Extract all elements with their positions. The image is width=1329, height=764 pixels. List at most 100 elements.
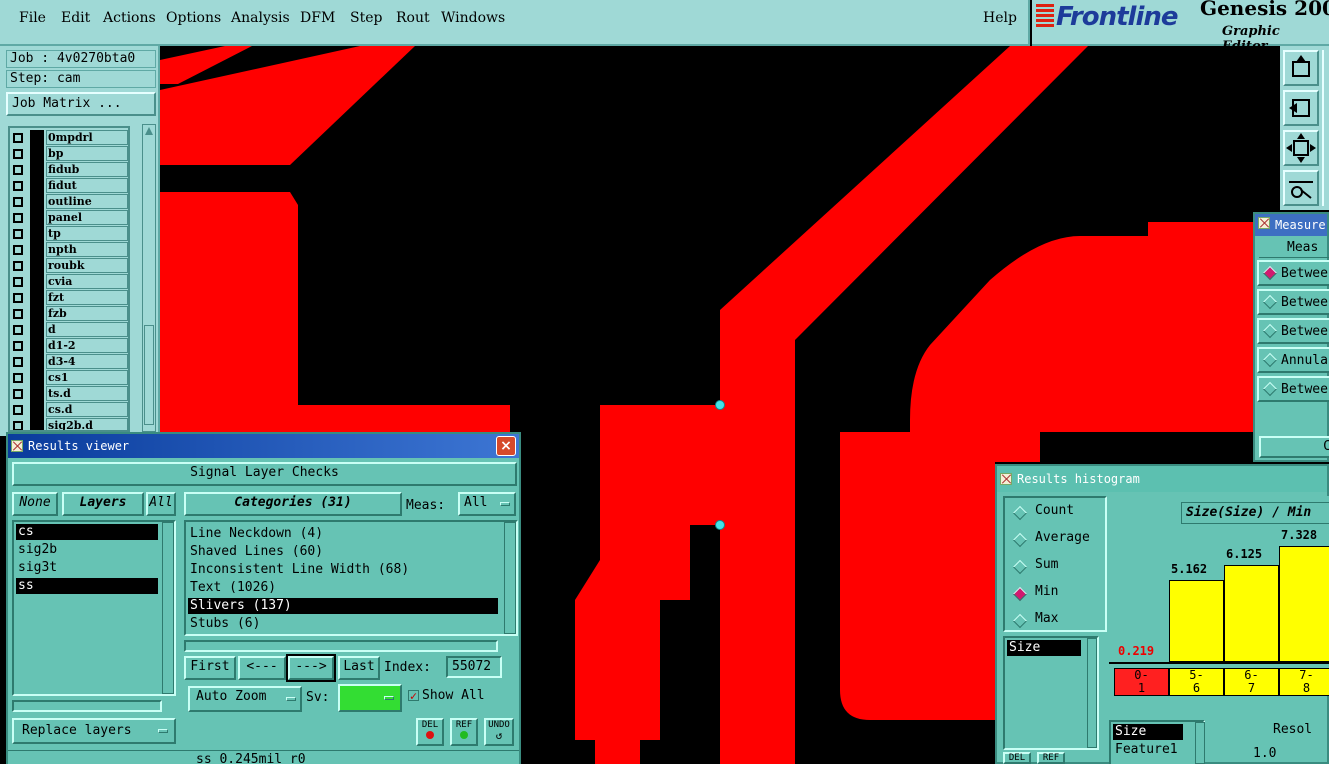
list-item[interactable]: sig3t: [16, 560, 158, 576]
histogram-bar[interactable]: [1169, 580, 1224, 662]
window-menu-icon[interactable]: [1000, 473, 1012, 485]
layer-row[interactable]: d1-2: [10, 338, 128, 354]
radio-icon[interactable]: [1012, 532, 1028, 548]
layer-name[interactable]: ts.d: [46, 386, 128, 401]
layer-name[interactable]: d1-2: [46, 338, 128, 353]
histogram-bar[interactable]: [1224, 565, 1279, 662]
radio-icon[interactable]: [1012, 559, 1028, 575]
meas-dropdown[interactable]: All: [458, 492, 516, 516]
results-viewer-titlebar[interactable]: Results viewer ×: [8, 434, 519, 458]
layer-color-swatch[interactable]: [30, 194, 44, 210]
layer-row[interactable]: cvia: [10, 274, 128, 290]
option-max[interactable]: Max: [1035, 611, 1058, 626]
list-item[interactable]: Stubs (6): [188, 616, 498, 632]
histogram-titlebar[interactable]: Results histogram: [997, 466, 1327, 492]
results-layer-list[interactable]: cs sig2b sig3t ss: [12, 520, 176, 696]
undo-button[interactable]: UNDO ↺: [484, 718, 514, 746]
layer-row[interactable]: tp: [10, 226, 128, 242]
categories-list[interactable]: Line Neckdown (4) Shaved Lines (60) Inco…: [184, 520, 518, 636]
scroll-up-icon[interactable]: [145, 127, 153, 135]
layer-name[interactable]: d: [46, 322, 128, 337]
sv-color-dropdown[interactable]: [338, 684, 402, 712]
layer-color-swatch[interactable]: [30, 130, 44, 146]
layer-checkbox[interactable]: [13, 389, 23, 399]
layer-color-swatch[interactable]: [30, 370, 44, 386]
show-all-checkbox[interactable]: ✓: [408, 690, 419, 702]
layer-color-swatch[interactable]: [30, 402, 44, 418]
layer-row[interactable]: roubk: [10, 258, 128, 274]
layer-checkbox[interactable]: [13, 357, 23, 367]
layer-checkbox[interactable]: [13, 133, 23, 143]
layer-color-swatch[interactable]: [30, 306, 44, 322]
marker-point[interactable]: [715, 520, 725, 530]
layer-color-swatch[interactable]: [30, 322, 44, 338]
layer-name[interactable]: cs.d: [46, 402, 128, 417]
layer-checkbox[interactable]: [13, 293, 23, 303]
measure-option-4[interactable]: Annula: [1257, 347, 1329, 373]
layer-checkbox[interactable]: [13, 165, 23, 175]
layer-color-swatch[interactable]: [30, 338, 44, 354]
layer-row[interactable]: fzb: [10, 306, 128, 322]
first-button[interactable]: First: [184, 656, 236, 680]
zoom-fit-icon[interactable]: [1283, 130, 1319, 166]
layer-color-swatch[interactable]: [30, 146, 44, 162]
layer-row[interactable]: fzt: [10, 290, 128, 306]
layer-checkbox[interactable]: [13, 309, 23, 319]
prev-button[interactable]: <---: [238, 656, 286, 680]
layer-name[interactable]: fidub: [46, 162, 128, 177]
layer-color-swatch[interactable]: [30, 258, 44, 274]
marker-point[interactable]: [715, 400, 725, 410]
ref-button[interactable]: REF: [450, 718, 478, 746]
option-count[interactable]: Count: [1035, 503, 1074, 518]
index-input[interactable]: 55072: [446, 656, 502, 678]
home-icon[interactable]: [1283, 50, 1319, 86]
measure-titlebar[interactable]: Measure: [1255, 214, 1327, 236]
layer-row[interactable]: cs1: [10, 370, 128, 386]
layer-checkbox[interactable]: [13, 341, 23, 351]
layer-checkbox[interactable]: [13, 245, 23, 255]
layer-name[interactable]: d3-4: [46, 354, 128, 369]
scroll-thumb[interactable]: [144, 325, 154, 425]
layer-list-scrollbar[interactable]: [142, 124, 156, 432]
layer-color-swatch[interactable]: [30, 210, 44, 226]
layer-row[interactable]: outline: [10, 194, 128, 210]
layer-color-swatch[interactable]: [30, 178, 44, 194]
layer-name[interactable]: bp: [46, 146, 128, 161]
layer-list-scrollbar[interactable]: [162, 522, 174, 694]
layer-row[interactable]: npth: [10, 242, 128, 258]
layer-name[interactable]: npth: [46, 242, 128, 257]
layer-row[interactable]: d3-4: [10, 354, 128, 370]
pan-left-icon[interactable]: [1283, 90, 1319, 126]
measure-option-2[interactable]: Betwee: [1257, 289, 1329, 315]
list-item[interactable]: ss: [16, 578, 158, 594]
del-button[interactable]: DEL: [416, 718, 444, 746]
categories-hscrollbar[interactable]: [184, 640, 498, 652]
radio-icon[interactable]: [1012, 586, 1028, 602]
histogram-bar[interactable]: [1279, 546, 1329, 662]
histogram-bin-label[interactable]: 0- 1: [1114, 668, 1169, 696]
layer-checkbox[interactable]: [13, 213, 23, 223]
categories-button[interactable]: Categories (31): [184, 492, 402, 516]
histogram-del-button[interactable]: DEL: [1003, 752, 1031, 764]
signal-layer-checks-header[interactable]: Signal Layer Checks: [12, 462, 517, 486]
layer-name[interactable]: outline: [46, 194, 128, 209]
auto-zoom-dropdown[interactable]: Auto Zoom: [188, 686, 302, 712]
categories-scrollbar[interactable]: [504, 522, 516, 634]
last-button[interactable]: Last: [338, 656, 380, 680]
list-item[interactable]: Size: [1113, 724, 1183, 740]
layer-name[interactable]: 0mpdrl: [46, 130, 128, 145]
layer-checkbox[interactable]: [13, 277, 23, 287]
none-button[interactable]: None: [12, 492, 58, 516]
layer-color-swatch[interactable]: [30, 242, 44, 258]
layer-color-swatch[interactable]: [30, 354, 44, 370]
layer-name[interactable]: cvia: [46, 274, 128, 289]
measure-option-1[interactable]: Betwee: [1257, 260, 1329, 286]
layer-checkbox[interactable]: [13, 405, 23, 415]
layer-checkbox[interactable]: [13, 181, 23, 191]
layer-checkbox[interactable]: [13, 261, 23, 271]
layer-color-swatch[interactable]: [30, 290, 44, 306]
histogram-field-list[interactable]: Size: [1003, 636, 1099, 750]
histogram-bottom-list[interactable]: Size Feature1: [1109, 720, 1205, 764]
layer-checkbox[interactable]: [13, 229, 23, 239]
list-item[interactable]: Text (1026): [188, 580, 498, 596]
